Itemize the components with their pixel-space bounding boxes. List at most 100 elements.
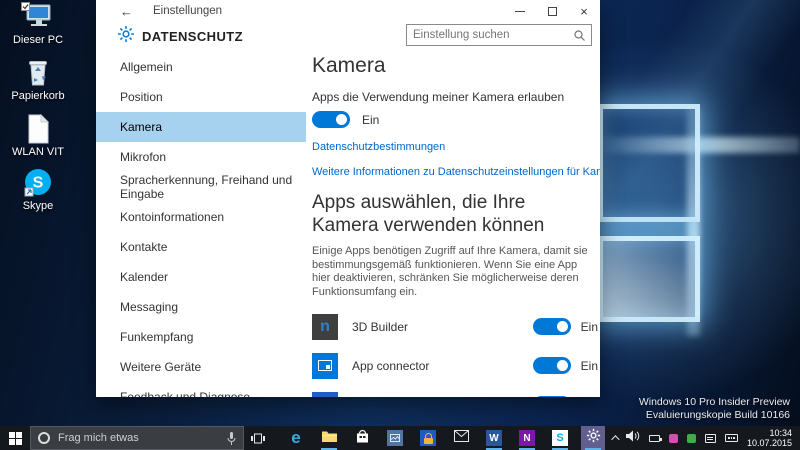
window-header: DATENSCHUTZ bbox=[96, 22, 600, 54]
sidebar-item-label: Funkempfang bbox=[120, 330, 194, 344]
wallet-taskbar-button[interactable] bbox=[416, 426, 440, 450]
desktop-icon-skype[interactable]: S Skype bbox=[6, 168, 70, 212]
privacy-statement-link[interactable]: Datenschutzbestimmungen bbox=[312, 141, 600, 153]
section-description: Einige Apps benötigen Zugriff auf Ihre K… bbox=[312, 245, 588, 298]
sidebar-item-funkempfang[interactable]: Funkempfang bbox=[96, 322, 306, 352]
word-icon: W bbox=[486, 430, 502, 446]
photos-icon bbox=[387, 430, 403, 446]
app-row-app-connector: App connector Ein bbox=[312, 346, 600, 385]
store-icon bbox=[356, 429, 369, 448]
desktop-icon-wlan-vit[interactable]: WLAN VIT bbox=[6, 114, 70, 158]
sidebar-item-kalender[interactable]: Kalender bbox=[96, 262, 306, 292]
desktop-icon-label: WLAN VIT bbox=[12, 146, 64, 158]
desktop-icon-label: Dieser PC bbox=[12, 34, 64, 46]
camera-master-toggle[interactable] bbox=[312, 111, 350, 128]
lock-icon bbox=[420, 430, 436, 446]
window-controls: × bbox=[504, 0, 600, 22]
windows-logo-pane-top bbox=[598, 104, 700, 222]
toggle-state-label: Ein bbox=[580, 358, 598, 373]
app-row-app-social: App Social Ein bbox=[312, 385, 600, 397]
app-name: App connector bbox=[352, 358, 430, 373]
more-info-link[interactable]: Weitere Informationen zu Datenschutzeins… bbox=[312, 166, 600, 178]
toggle-knob bbox=[336, 114, 347, 125]
camera-app-list: n 3D Builder Ein App connector Ein bbox=[312, 307, 600, 397]
sidebar-item-kontakte[interactable]: Kontakte bbox=[96, 232, 306, 262]
app-row-3d-builder: n 3D Builder Ein bbox=[312, 307, 600, 346]
toggle-state-label: Ein bbox=[580, 319, 598, 334]
settings-window: ← Einstellungen × DATENSCHUTZ Einstellun… bbox=[96, 0, 600, 397]
app-social-icon bbox=[312, 391, 338, 397]
maximize-icon bbox=[547, 6, 557, 16]
clock-date: 10.07.2015 bbox=[746, 438, 792, 448]
windows-logo-icon bbox=[8, 431, 22, 445]
sidebar-item-label: Position bbox=[120, 90, 163, 104]
sidebar-item-position[interactable]: Position bbox=[96, 82, 306, 112]
taskbar: Frag mich etwas e W N S 10:34 10.07.2015 bbox=[0, 426, 800, 450]
settings-search-box[interactable] bbox=[406, 24, 592, 46]
desktop-icon-this-pc[interactable]: Dieser PC bbox=[6, 2, 70, 46]
maximize-button[interactable] bbox=[536, 0, 568, 22]
photos-taskbar-button[interactable] bbox=[383, 426, 407, 450]
desktop-icon-label: Papierkorb bbox=[11, 90, 65, 102]
settings-taskbar-button[interactable] bbox=[581, 426, 605, 450]
edge-taskbar-button[interactable]: e bbox=[284, 426, 308, 450]
sidebar-item-label: Kontakte bbox=[120, 240, 168, 254]
mail-taskbar-button[interactable] bbox=[449, 426, 473, 450]
windows-logo-pane-bottom bbox=[598, 236, 700, 322]
skype-icon: S bbox=[6, 168, 70, 198]
usb-device-icon[interactable] bbox=[648, 434, 662, 442]
settings-gear-icon bbox=[586, 428, 601, 448]
sidebar-item-mikrofon[interactable]: Mikrofon bbox=[96, 142, 306, 172]
taskbar-clock[interactable]: 10:34 10.07.2015 bbox=[747, 428, 795, 449]
start-button[interactable] bbox=[0, 426, 30, 450]
sidebar-item-label: Feedback und Diagnose bbox=[120, 390, 251, 397]
sidebar-item-kamera[interactable]: Kamera bbox=[96, 112, 306, 142]
settings-content: Kamera Apps die Verwendung meiner Kamera… bbox=[312, 52, 600, 397]
sidebar-item-label: Kontoinformationen bbox=[120, 210, 225, 224]
app-social-toggle[interactable] bbox=[532, 396, 571, 397]
file-explorer-taskbar-button[interactable] bbox=[317, 426, 341, 450]
sidebar-item-kontoinformationen[interactable]: Kontoinformationen bbox=[96, 202, 306, 232]
onenote-taskbar-button[interactable]: N bbox=[515, 426, 539, 450]
app-connector-toggle[interactable] bbox=[532, 357, 571, 374]
sidebar-item-feedback[interactable]: Feedback und Diagnose bbox=[96, 382, 306, 397]
microphone-icon[interactable] bbox=[227, 431, 236, 445]
skype-letter: S bbox=[33, 175, 44, 192]
back-button[interactable]: ← bbox=[120, 4, 133, 19]
store-taskbar-button[interactable] bbox=[350, 426, 374, 450]
volume-icon[interactable] bbox=[625, 429, 640, 447]
sidebar-item-label: Kalender bbox=[120, 270, 169, 284]
sidebar-item-label: Mikrofon bbox=[120, 150, 167, 164]
master-toggle-label: Apps die Verwendung meiner Kamera erlaub… bbox=[312, 90, 565, 104]
word-taskbar-button[interactable]: W bbox=[482, 426, 506, 450]
sidebar-item-spracherkennung[interactable]: Spracherkennung, Freihand und Eingabe bbox=[96, 172, 306, 202]
task-view-button[interactable] bbox=[244, 426, 272, 450]
tray-app-pink-icon[interactable] bbox=[668, 433, 678, 443]
titlebar[interactable]: ← Einstellungen × bbox=[96, 0, 600, 22]
settings-sidebar: Allgemein Position Kamera Mikrofon Sprac… bbox=[96, 52, 306, 397]
app-name: 3D Builder bbox=[352, 319, 409, 334]
computer-icon bbox=[6, 2, 70, 32]
cortana-search-box[interactable]: Frag mich etwas bbox=[30, 426, 244, 450]
sidebar-item-weitere-geraete[interactable]: Weitere Geräte bbox=[96, 352, 306, 382]
minimize-button[interactable] bbox=[504, 0, 536, 22]
tray-app-green-icon[interactable] bbox=[686, 433, 696, 443]
3d-builder-toggle[interactable] bbox=[532, 318, 571, 335]
touch-keyboard-icon[interactable] bbox=[724, 434, 738, 442]
onenote-letter: N bbox=[523, 432, 531, 444]
settings-search-input[interactable] bbox=[407, 29, 574, 41]
skype-taskbar-button[interactable]: S bbox=[548, 426, 572, 450]
tray-expand-chevron-icon[interactable] bbox=[611, 435, 620, 444]
onenote-icon: N bbox=[519, 430, 535, 446]
feedback-bubble-icon[interactable] bbox=[704, 433, 716, 443]
sidebar-item-messaging[interactable]: Messaging bbox=[96, 292, 306, 322]
sidebar-item-allgemein[interactable]: Allgemein bbox=[96, 52, 306, 82]
word-letter: W bbox=[489, 432, 499, 444]
close-button[interactable]: × bbox=[568, 0, 600, 22]
desktop-icon-recycle-bin[interactable]: Papierkorb bbox=[6, 58, 70, 102]
gear-icon bbox=[117, 25, 135, 48]
sidebar-item-label: Messaging bbox=[120, 300, 179, 314]
cortana-icon bbox=[38, 432, 50, 444]
sidebar-item-label: Spracherkennung, Freihand und Eingabe bbox=[120, 173, 293, 201]
minimize-icon bbox=[515, 10, 525, 12]
